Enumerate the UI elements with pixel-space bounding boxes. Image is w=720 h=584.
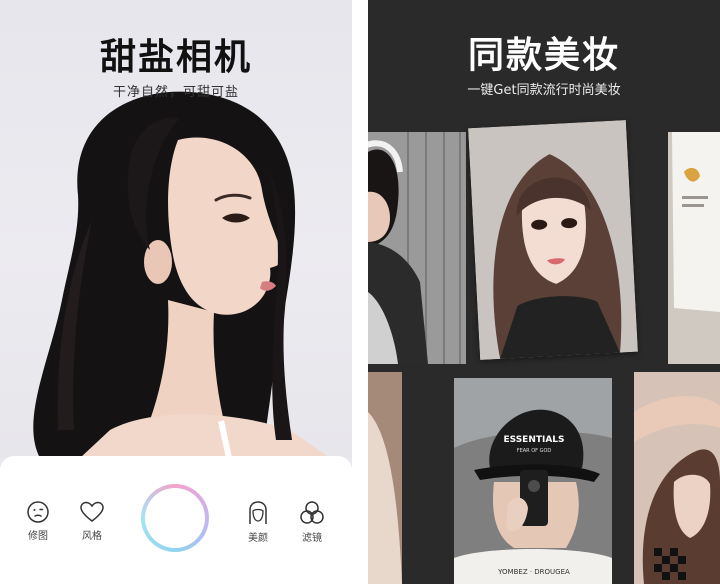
- makeup-card-bangs[interactable]: [468, 120, 638, 360]
- makeup-card-salute[interactable]: [634, 372, 720, 584]
- beauty-button[interactable]: 美颜: [238, 500, 278, 544]
- same-makeup-panel: 同款美妆 一键Get同款流行时尚美妆 ESSENTIALS FEAR OF GO…: [368, 0, 720, 584]
- page-title: 同款美妆: [467, 35, 620, 76]
- cap-subtext: FEAR OF GOD: [517, 448, 552, 454]
- card-photo: [668, 132, 720, 364]
- page-title: 甜盐相机: [99, 37, 252, 78]
- retouch-label: 修图: [28, 531, 48, 542]
- face-frown-icon: [27, 501, 49, 523]
- style-label: 风格: [82, 531, 102, 542]
- panel-divider: [352, 0, 368, 584]
- makeup-card-headphones[interactable]: [368, 132, 466, 364]
- makeup-card-partial[interactable]: [368, 372, 402, 584]
- card-photo: [634, 372, 720, 584]
- sweet-salt-camera-panel: 甜盐相机 干净自然，可甜可盐 修图 风格 美颜 滤镜: [0, 0, 352, 584]
- makeup-card-cap[interactable]: ESSENTIALS FEAR OF GOD YOMBEZ · DROUGEA: [454, 378, 612, 584]
- shutter-button[interactable]: [141, 484, 209, 552]
- cap-logo-text: ESSENTIALS: [503, 435, 564, 445]
- beauty-label: 美颜: [248, 533, 268, 544]
- makeup-card-tshirt[interactable]: [668, 132, 720, 364]
- page-subtitle: 一键Get同款流行时尚美妆: [467, 83, 621, 98]
- card-photo: [468, 120, 638, 360]
- card-photo: [368, 372, 402, 584]
- card-photo: ESSENTIALS FEAR OF GOD YOMBEZ · DROUGEA: [454, 378, 612, 584]
- retouch-button[interactable]: 修图: [18, 500, 58, 542]
- page-subtitle: 干净自然，可甜可盐: [112, 85, 239, 100]
- face-outline-icon: [249, 501, 267, 524]
- three-circles-icon: [300, 501, 324, 524]
- heart-icon: [80, 501, 104, 522]
- style-button[interactable]: 风格: [72, 500, 112, 542]
- shirt-text: YOMBEZ · DROUGEA: [497, 568, 570, 576]
- filter-label: 滤镜: [302, 533, 322, 544]
- filter-button[interactable]: 滤镜: [292, 500, 332, 544]
- card-photo: [368, 132, 466, 364]
